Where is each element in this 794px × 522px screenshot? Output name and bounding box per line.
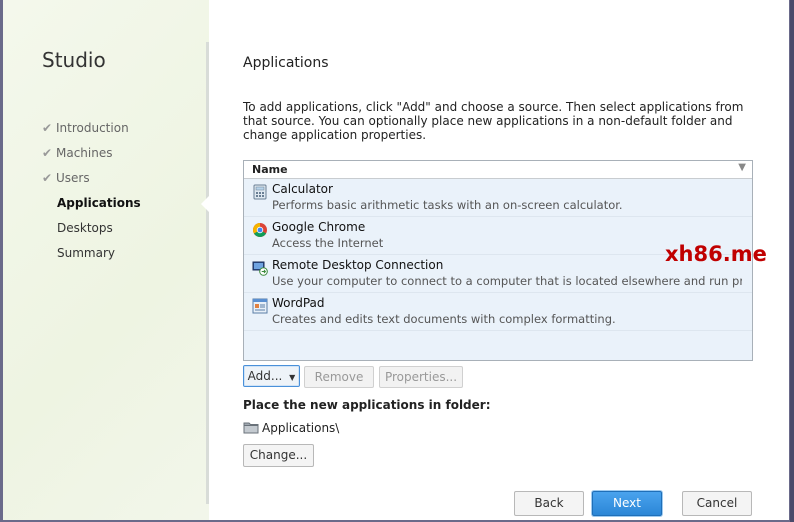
app-name: WordPad bbox=[272, 296, 325, 310]
window-edge bbox=[790, 0, 794, 522]
intro-text: To add applications, click "Add" and cho… bbox=[243, 100, 744, 142]
sidebar-divider bbox=[206, 42, 209, 504]
app-name: Remote Desktop Connection bbox=[272, 258, 444, 272]
app-description: Use your computer to connect to a comput… bbox=[272, 274, 742, 288]
app-name: Calculator bbox=[272, 182, 333, 196]
checkmark-icon: ✔ bbox=[42, 171, 53, 185]
wizard-sidebar: Studio ✔ Introduction ✔ Machines ✔ Users Ap… bbox=[3, 0, 209, 520]
folder-path: Applications\ bbox=[243, 421, 339, 435]
step-summary: Summary bbox=[57, 246, 115, 260]
remote-desktop-icon bbox=[252, 261, 268, 276]
page-title: Applications bbox=[243, 55, 329, 71]
studio-wizard-window: Studio ✔ Introduction ✔ Machines ✔ Users Ap… bbox=[3, 0, 789, 520]
step-users: ✔ Users bbox=[42, 168, 141, 193]
step-desktops: Desktops bbox=[57, 221, 113, 235]
app-name: Google Chrome bbox=[272, 220, 366, 234]
change-folder-button[interactable]: Change... bbox=[243, 444, 314, 467]
dropdown-arrow-icon: ▼ bbox=[289, 373, 296, 382]
folder-icon bbox=[243, 422, 259, 434]
watermark-text: xh86.me bbox=[665, 242, 767, 266]
column-name[interactable]: Name bbox=[252, 163, 288, 176]
checkmark-icon: ✔ bbox=[42, 146, 53, 160]
wizard-steps: ✔ Introduction ✔ Machines ✔ Users Applicati… bbox=[42, 118, 141, 268]
chrome-icon bbox=[253, 223, 267, 237]
current-step-pointer bbox=[201, 196, 209, 212]
app-description: Creates and edits text documents with co… bbox=[272, 312, 616, 326]
step-machines: ✔ Machines bbox=[42, 143, 141, 168]
back-button[interactable]: Back bbox=[514, 491, 584, 516]
list-item[interactable]: WordPad Creates and edits text documents… bbox=[244, 293, 752, 331]
folder-label: Place the new applications in folder: bbox=[243, 398, 491, 412]
cancel-button[interactable]: Cancel bbox=[682, 491, 752, 516]
list-header[interactable]: Name ▼ bbox=[244, 161, 752, 179]
calculator-icon bbox=[253, 184, 267, 200]
studio-title: Studio bbox=[42, 48, 106, 72]
remove-button[interactable]: Remove bbox=[304, 366, 374, 388]
next-button[interactable]: Next bbox=[592, 491, 662, 516]
app-description: Performs basic arithmetic tasks with an … bbox=[272, 198, 623, 212]
list-item[interactable]: Calculator Performs basic arithmetic tas… bbox=[244, 179, 752, 217]
step-applications: Applications bbox=[57, 196, 141, 210]
add-button[interactable]: Add... ▼ bbox=[243, 365, 300, 387]
sort-arrow-icon[interactable]: ▼ bbox=[738, 162, 746, 173]
wordpad-icon bbox=[252, 298, 268, 314]
step-introduction: ✔ Introduction bbox=[42, 118, 141, 143]
checkmark-icon: ✔ bbox=[42, 121, 53, 135]
properties-button[interactable]: Properties... bbox=[379, 366, 463, 388]
